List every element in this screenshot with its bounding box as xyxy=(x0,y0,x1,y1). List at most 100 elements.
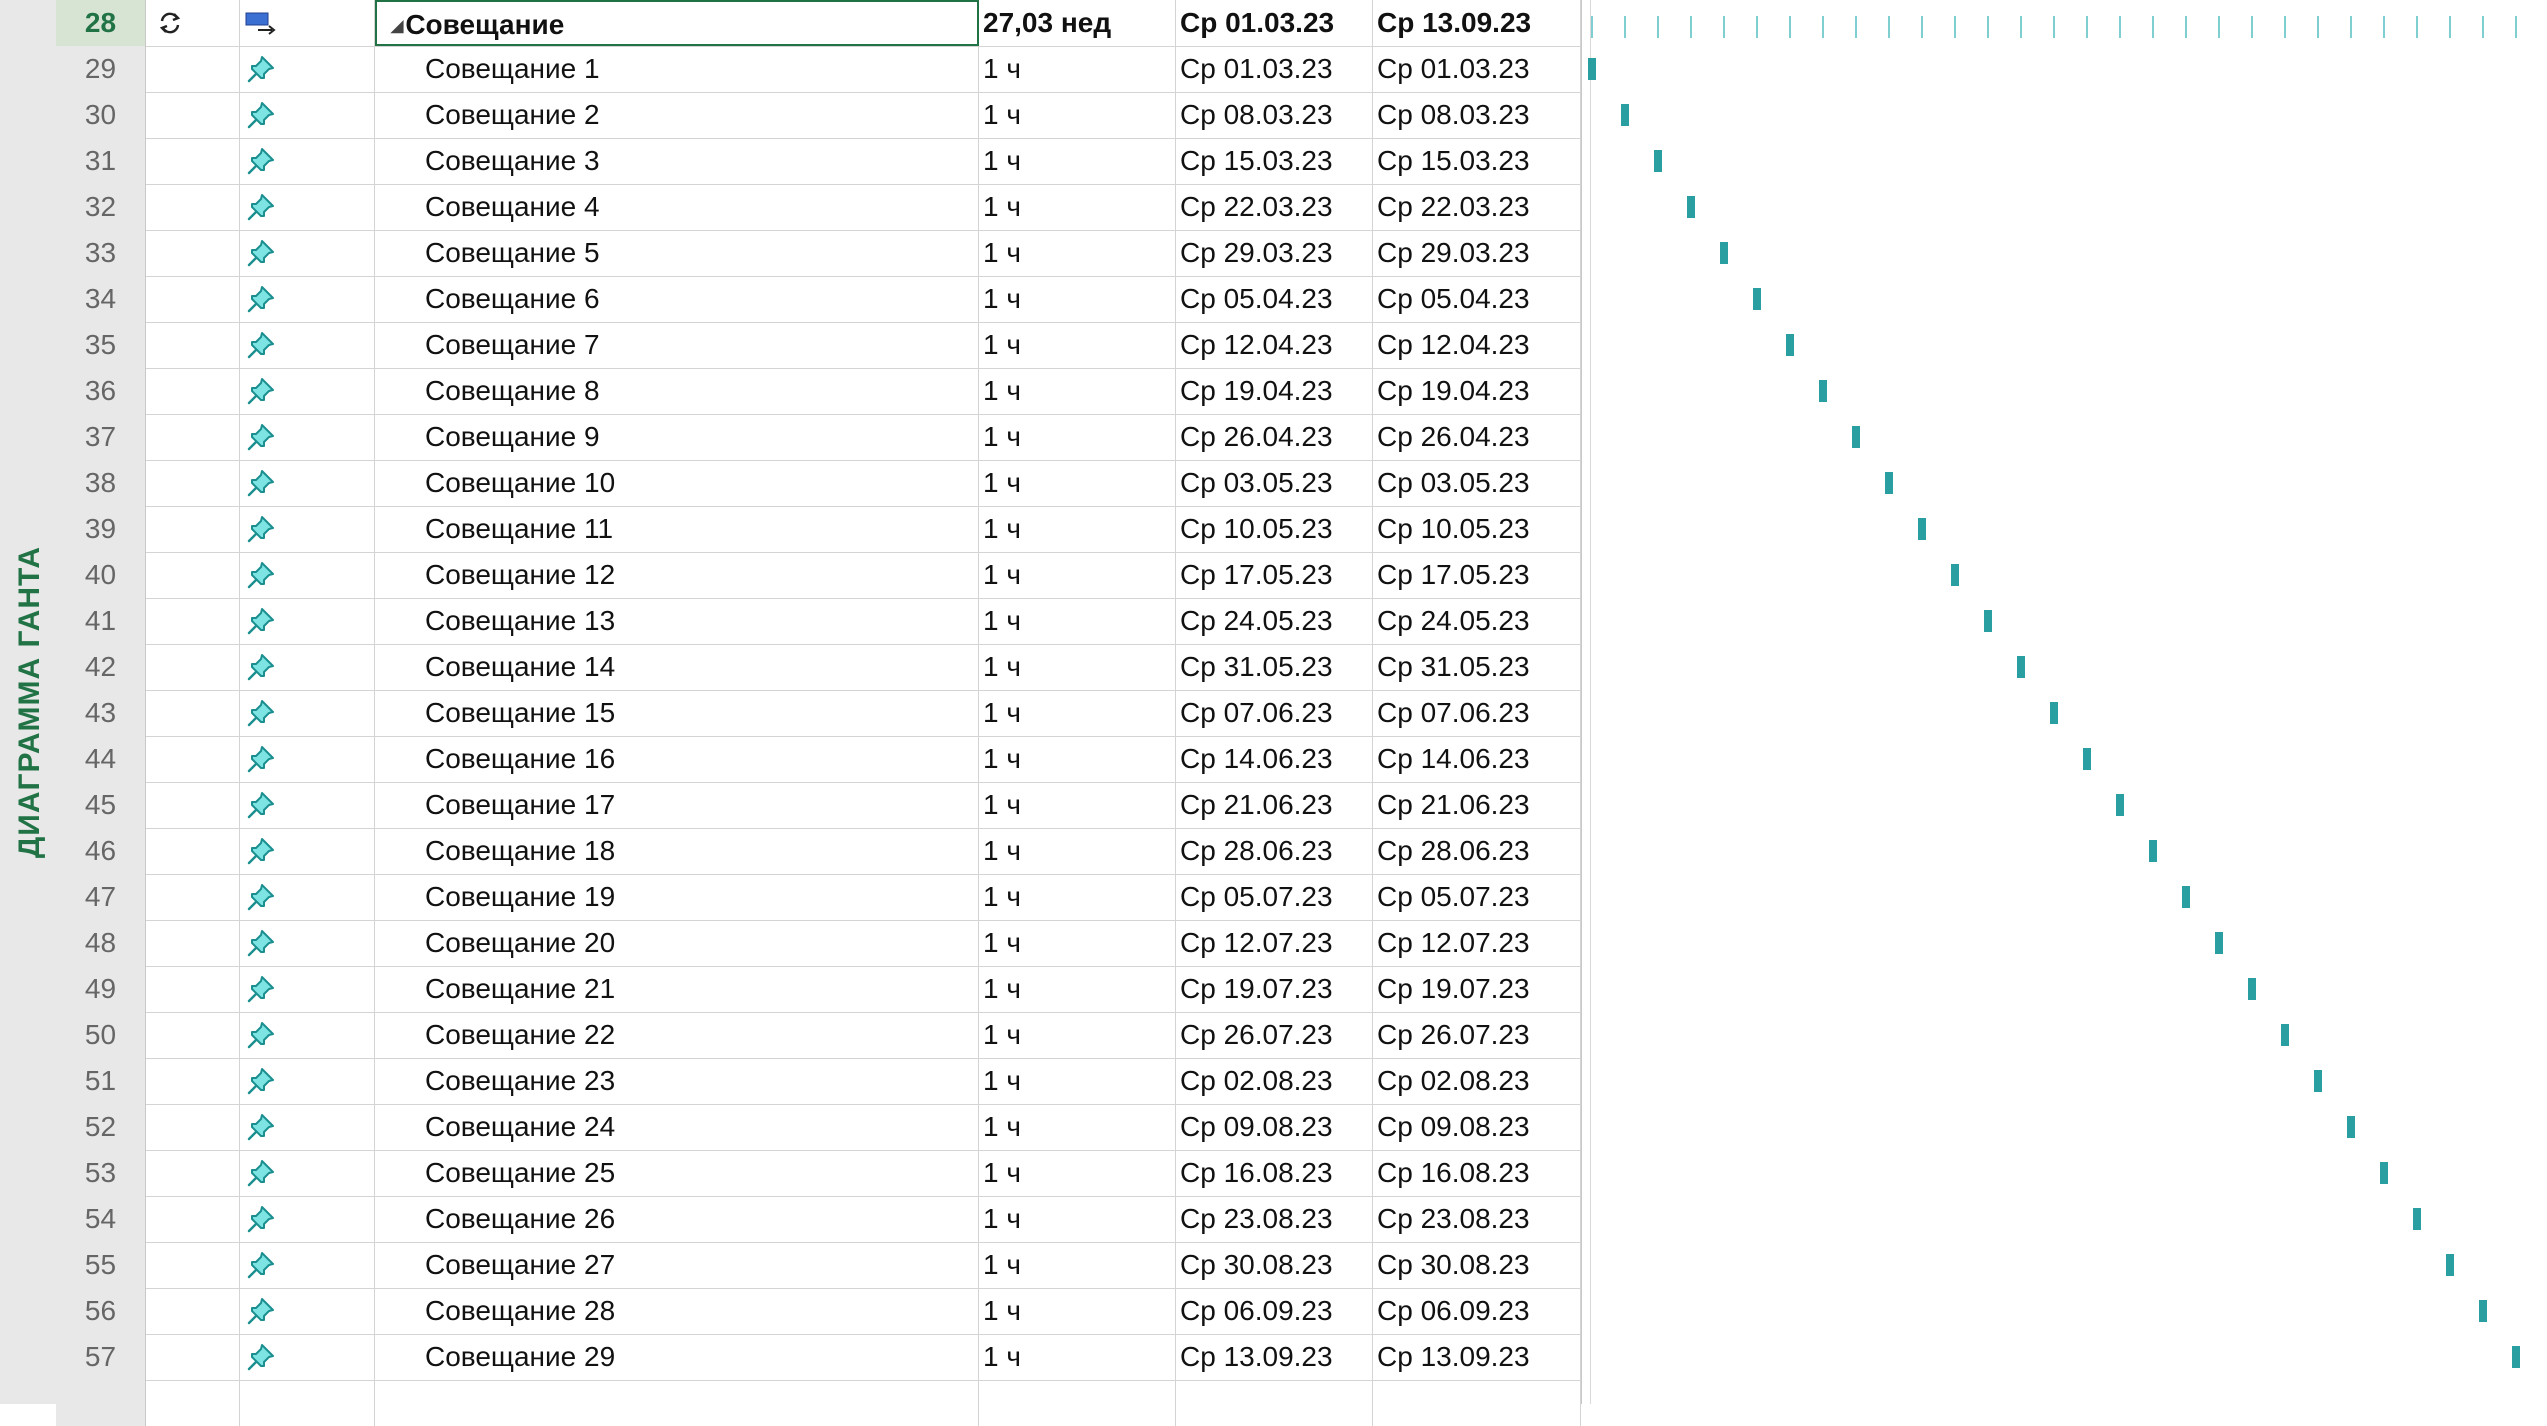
duration[interactable]: 1 ч xyxy=(979,92,1176,138)
duration[interactable]: 1 ч xyxy=(979,552,1176,598)
start-date[interactable]: Ср 22.03.23 xyxy=(1176,184,1373,230)
row-id[interactable]: 46 xyxy=(56,828,146,874)
task-row[interactable]: 34 Совещание 61 ч Ср 05.04.23 Ср 05.04.23 xyxy=(56,276,1581,323)
row-id[interactable]: 57 xyxy=(56,1334,146,1380)
start-date[interactable]: Ср 21.06.23 xyxy=(1176,782,1373,828)
task-bar[interactable] xyxy=(2314,1070,2322,1092)
row-id[interactable]: 54 xyxy=(56,1196,146,1242)
finish-date[interactable]: Ср 17.05.23 xyxy=(1373,552,1581,598)
finish-date[interactable]: Ср 22.03.23 xyxy=(1373,184,1581,230)
task-bar[interactable] xyxy=(1984,610,1992,632)
task-bar[interactable] xyxy=(2512,1346,2520,1368)
task-row[interactable]: 54 Совещание 26 1 ч Ср 23.08.23 Ср 23.08.23 xyxy=(56,1196,1581,1243)
task-row[interactable]: 55 Совещание 27 1 ч Ср 30.08.23 Ср 30.08.23 xyxy=(56,1242,1581,1289)
row-id[interactable]: 39 xyxy=(56,506,146,552)
task-mode-cell[interactable] xyxy=(240,552,375,598)
task-mode-cell[interactable] xyxy=(240,874,375,920)
start-date[interactable]: Ср 05.04.23 xyxy=(1176,276,1373,322)
row-id[interactable]: 31 xyxy=(56,138,146,184)
task-row[interactable]: 46 Совещание 18 1 ч Ср 28.06.23 Ср 28.06.23 xyxy=(56,828,1581,875)
duration[interactable]: 1 ч xyxy=(979,1150,1176,1196)
duration[interactable]: 1 ч xyxy=(979,1196,1176,1242)
start-date[interactable]: Ср 03.05.23 xyxy=(1176,460,1373,506)
finish-date[interactable]: Ср 23.08.23 xyxy=(1373,1196,1581,1242)
duration[interactable]: 1 ч xyxy=(979,966,1176,1012)
start-date[interactable]: Ср 02.08.23 xyxy=(1176,1058,1373,1104)
duration[interactable] xyxy=(979,1380,1176,1426)
row-id[interactable]: 42 xyxy=(56,644,146,690)
task-bar[interactable] xyxy=(1885,472,1893,494)
task-mode-cell[interactable] xyxy=(240,1288,375,1334)
start-date[interactable]: Ср 31.05.23 xyxy=(1176,644,1373,690)
task-mode-cell[interactable] xyxy=(240,690,375,736)
row-id[interactable]: 28 xyxy=(56,0,146,46)
finish-date[interactable]: Ср 28.06.23 xyxy=(1373,828,1581,874)
task-name[interactable]: Совещание 3 xyxy=(375,138,979,184)
finish-date[interactable]: Ср 24.05.23 xyxy=(1373,598,1581,644)
task-row[interactable]: 39 Совещание 11 1 ч Ср 10.05.23 Ср 10.05.23 xyxy=(56,506,1581,553)
start-date[interactable]: Ср 09.08.23 xyxy=(1176,1104,1373,1150)
task-mode-cell[interactable] xyxy=(240,782,375,828)
task-bar[interactable] xyxy=(2446,1254,2454,1276)
row-id[interactable]: 32 xyxy=(56,184,146,230)
task-mode-cell[interactable] xyxy=(240,368,375,414)
start-date[interactable]: Ср 19.04.23 xyxy=(1176,368,1373,414)
task-bar[interactable] xyxy=(2413,1208,2421,1230)
start-date[interactable]: Ср 12.04.23 xyxy=(1176,322,1373,368)
row-id[interactable]: 50 xyxy=(56,1012,146,1058)
task-bar[interactable] xyxy=(1720,242,1728,264)
task-bar[interactable] xyxy=(2050,702,2058,724)
finish-date[interactable]: Ср 30.08.23 xyxy=(1373,1242,1581,1288)
duration[interactable]: 1 ч xyxy=(979,644,1176,690)
task-mode-cell[interactable] xyxy=(240,920,375,966)
task-name[interactable]: Совещание 23 xyxy=(375,1058,979,1104)
task-mode-cell[interactable] xyxy=(240,138,375,184)
task-mode-cell[interactable] xyxy=(240,276,375,322)
view-bar[interactable]: ДИАГРАММА ГАНТА xyxy=(0,0,56,1404)
task-bar[interactable] xyxy=(1951,564,1959,586)
start-date[interactable]: Ср 19.07.23 xyxy=(1176,966,1373,1012)
task-mode-cell[interactable] xyxy=(240,230,375,276)
task-name[interactable]: Совещание 28 xyxy=(375,1288,979,1334)
collapse-triangle-icon[interactable]: ◢ xyxy=(391,18,403,35)
empty-row[interactable] xyxy=(56,1380,1581,1426)
duration[interactable]: 1 ч xyxy=(979,368,1176,414)
duration[interactable]: 1 ч xyxy=(979,920,1176,966)
row-id[interactable]: 34 xyxy=(56,276,146,322)
start-date[interactable]: Ср 17.05.23 xyxy=(1176,552,1373,598)
task-mode-cell[interactable] xyxy=(240,1058,375,1104)
task-row[interactable]: 32 Совещание 41 ч Ср 22.03.23 Ср 22.03.23 xyxy=(56,184,1581,231)
task-mode-cell[interactable] xyxy=(240,1242,375,1288)
duration[interactable]: 1 ч xyxy=(979,690,1176,736)
start-date[interactable]: Ср 23.08.23 xyxy=(1176,1196,1373,1242)
task-row[interactable]: 38 Совещание 10 1 ч Ср 03.05.23 Ср 03.05.23 xyxy=(56,460,1581,507)
task-name[interactable]: Совещание 24 xyxy=(375,1104,979,1150)
start-date[interactable]: Ср 10.05.23 xyxy=(1176,506,1373,552)
row-id[interactable]: 44 xyxy=(56,736,146,782)
task-name[interactable]: Совещание 25 xyxy=(375,1150,979,1196)
finish-date[interactable]: Ср 10.05.23 xyxy=(1373,506,1581,552)
start-date[interactable]: Ср 13.09.23 xyxy=(1176,1334,1373,1380)
duration[interactable]: 1 ч xyxy=(979,276,1176,322)
start-date[interactable]: Ср 24.05.23 xyxy=(1176,598,1373,644)
task-mode-cell[interactable] xyxy=(240,828,375,874)
row-id[interactable]: 37 xyxy=(56,414,146,460)
task-mode-cell[interactable] xyxy=(240,644,375,690)
task-row[interactable]: 47 Совещание 19 1 ч Ср 05.07.23 Ср 05.07.23 xyxy=(56,874,1581,921)
row-id[interactable]: 53 xyxy=(56,1150,146,1196)
duration[interactable]: 1 ч xyxy=(979,782,1176,828)
task-bar[interactable] xyxy=(2281,1024,2289,1046)
duration[interactable]: 1 ч xyxy=(979,736,1176,782)
task-name[interactable]: Совещание 14 xyxy=(375,644,979,690)
task-row[interactable]: 41 Совещание 13 1 ч Ср 24.05.23 Ср 24.05.23 xyxy=(56,598,1581,645)
task-row[interactable]: 53 Совещание 25 1 ч Ср 16.08.23 Ср 16.08.23 xyxy=(56,1150,1581,1197)
task-name[interactable] xyxy=(375,1380,979,1426)
finish-date[interactable]: Ср 12.07.23 xyxy=(1373,920,1581,966)
task-name[interactable]: Совещание 26 xyxy=(375,1196,979,1242)
start-date[interactable]: Ср 01.03.23 xyxy=(1176,0,1373,46)
finish-date[interactable]: Ср 14.06.23 xyxy=(1373,736,1581,782)
row-id[interactable]: 35 xyxy=(56,322,146,368)
duration[interactable]: 1 ч xyxy=(979,138,1176,184)
finish-date[interactable]: Ср 16.08.23 xyxy=(1373,1150,1581,1196)
duration[interactable]: 1 ч xyxy=(979,460,1176,506)
